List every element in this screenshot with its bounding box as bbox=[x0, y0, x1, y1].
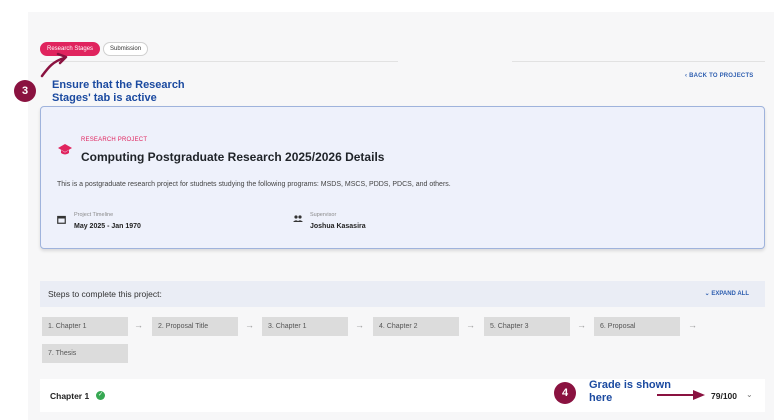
check-circle-icon: ✓ bbox=[96, 391, 105, 400]
tab-submission[interactable]: Submission bbox=[103, 42, 149, 56]
timeline-label: Project Timeline bbox=[74, 212, 114, 218]
step-chip[interactable]: 1. Chapter 1 bbox=[42, 317, 128, 336]
steps-title: Steps to complete this project: bbox=[48, 289, 162, 299]
step-chip[interactable]: 6. Proposal bbox=[594, 317, 680, 336]
supervisor-label: Supervisor bbox=[310, 212, 337, 218]
arrow-right-icon: → bbox=[355, 320, 364, 330]
chapter-grade: 79/100 bbox=[711, 391, 737, 401]
people-icon bbox=[293, 215, 303, 222]
calendar-icon bbox=[57, 215, 66, 224]
timeline-value: May 2025 - Jan 1970 bbox=[74, 223, 141, 230]
step-chip[interactable]: 4. Chapter 2 bbox=[373, 317, 459, 336]
annotation-text-3: Ensure that the Research Stages' tab is … bbox=[52, 79, 185, 104]
expand-all-button[interactable]: ⌄ EXPAND ALL bbox=[705, 290, 749, 297]
arrow-right-icon: → bbox=[245, 320, 254, 330]
expand-all-label: EXPAND ALL bbox=[711, 291, 749, 297]
chevron-down-icon[interactable]: ⌄ bbox=[746, 390, 753, 399]
back-to-projects-link[interactable]: ‹ BACK TO PROJECTS bbox=[685, 73, 754, 79]
step-chip[interactable]: 7. Thesis bbox=[42, 344, 128, 363]
arrow-right-icon: → bbox=[577, 320, 586, 330]
project-title: Computing Postgraduate Research 2025/202… bbox=[81, 150, 385, 164]
arrow-right-icon: → bbox=[688, 320, 697, 330]
annotation-arrow-4 bbox=[657, 390, 705, 400]
step-chip[interactable]: 3. Chapter 1 bbox=[262, 317, 348, 336]
annotation-arrow-3 bbox=[40, 52, 68, 78]
project-kicker: RESEARCH PROJECT bbox=[81, 137, 148, 143]
chapter-title: Chapter 1 bbox=[50, 391, 90, 401]
step-chip[interactable]: 2. Proposal Title bbox=[152, 317, 238, 336]
tab-divider-right bbox=[512, 61, 765, 62]
tab-divider-left bbox=[40, 61, 398, 62]
supervisor-value: Joshua Kasasira bbox=[310, 223, 366, 230]
chevron-down-icon: ⌄ bbox=[704, 291, 710, 297]
back-to-projects-label: BACK TO PROJECTS bbox=[689, 73, 754, 79]
chevron-left-icon: ‹ bbox=[685, 73, 688, 79]
project-details-card: RESEARCH PROJECT Computing Postgraduate … bbox=[40, 106, 765, 249]
step-chip[interactable]: 5. Chapter 3 bbox=[484, 317, 570, 336]
arrow-right-icon: → bbox=[134, 320, 143, 330]
annotation-badge-3: 3 bbox=[14, 80, 36, 102]
graduation-cap-icon bbox=[58, 144, 72, 155]
arrow-right-icon: → bbox=[466, 320, 475, 330]
project-description: This is a postgraduate research project … bbox=[57, 181, 451, 188]
steps-header: Steps to complete this project: ⌄ EXPAND… bbox=[40, 281, 765, 307]
annotation-badge-4: 4 bbox=[554, 382, 576, 404]
